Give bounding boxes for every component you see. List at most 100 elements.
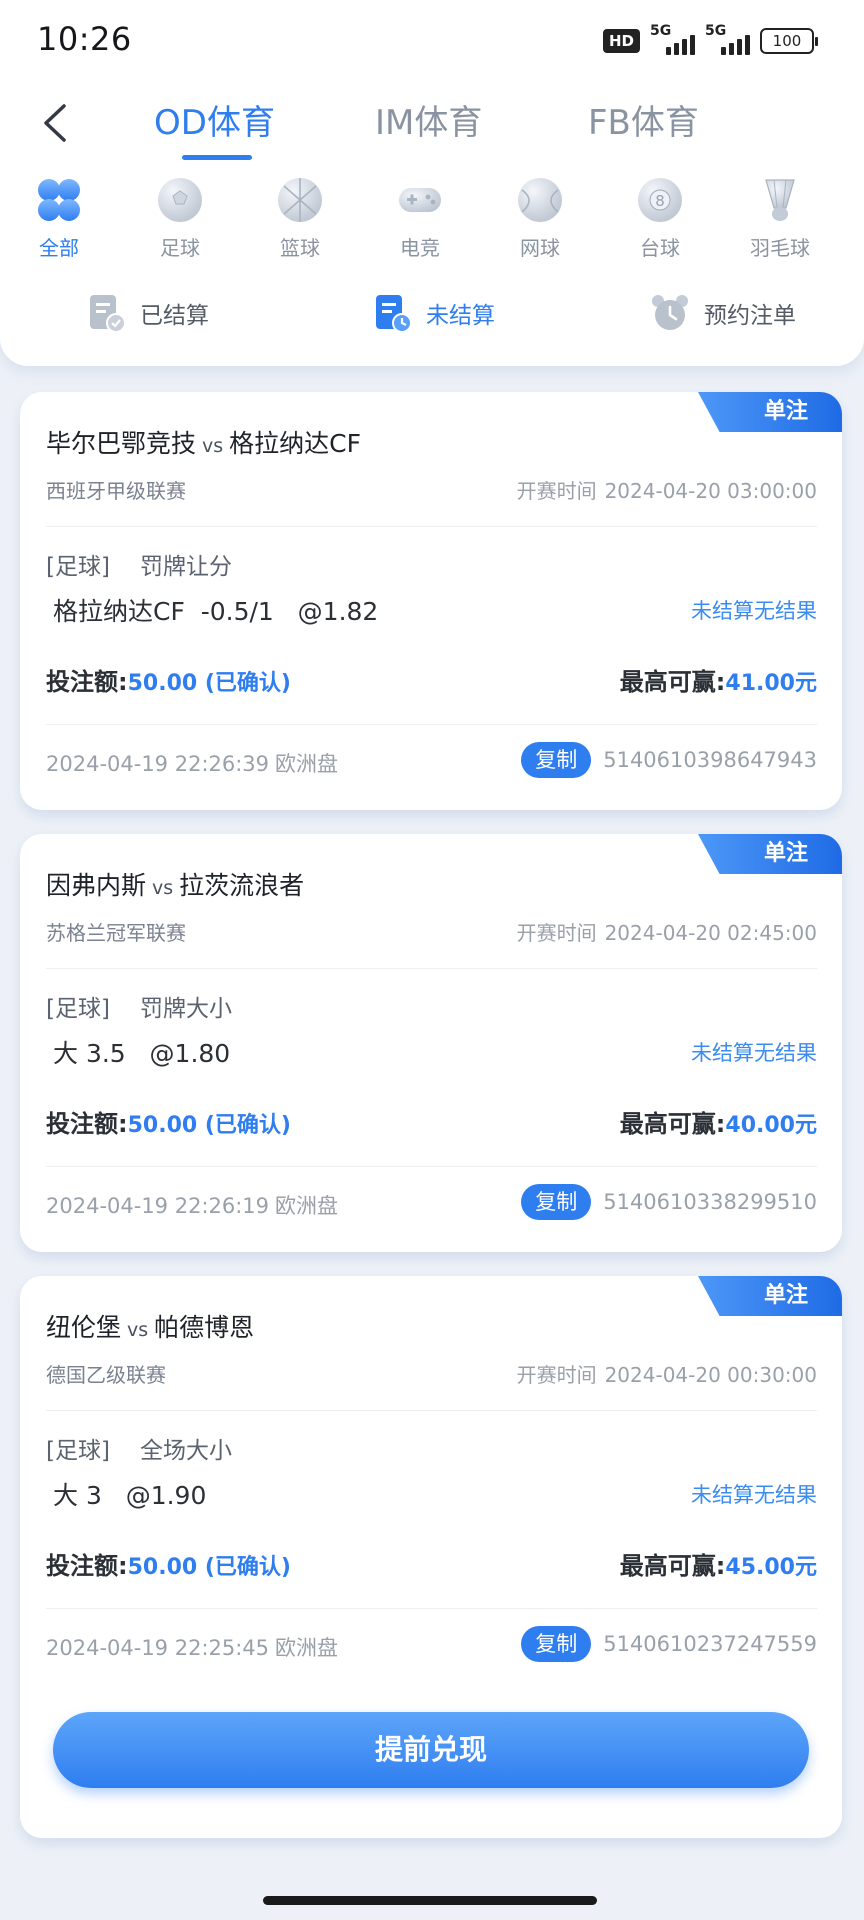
settled-doc-icon <box>90 295 126 333</box>
active-tab-indicator <box>182 155 252 160</box>
odds-type: 欧洲盘 <box>275 752 339 776</box>
sport-filter-soccer[interactable]: 足球 <box>125 176 235 261</box>
bet-card: 单注 纽伦堡 vs 帕德博恩 德国乙级联赛 开赛时间 2024-04-20 00:30… <box>20 1276 842 1838</box>
status-time: 10:26 <box>37 20 132 58</box>
tab-scheduled-label: 预约注单 <box>704 303 796 329</box>
sport-filter-label: 网球 <box>520 236 560 260</box>
match-title: 毕尔巴鄂竞技 vs 格拉纳达CF <box>46 424 361 460</box>
start-time-value: 2024-04-20 00:30:00 <box>604 1363 817 1387</box>
billiard-ball-icon: 8 <box>636 176 684 224</box>
stake-label: 投注额: <box>46 1110 128 1138</box>
placed-info: 2024-04-19 22:25:45 欧洲盘 <box>46 1632 338 1662</box>
cashout-button[interactable]: 提前兑现 <box>53 1712 809 1788</box>
divider <box>46 1166 817 1167</box>
sport-filter-esports[interactable]: 电竞 <box>365 176 475 261</box>
bet-result-status: 未结算无结果 <box>691 1483 817 1507</box>
start-time: 开赛时间 2024-04-20 03:00:00 <box>517 475 817 504</box>
gamepad-icon <box>396 176 444 224</box>
sport-filter-label: 羽毛球 <box>750 236 810 260</box>
market-type: 全场大小 <box>139 1438 232 1464</box>
tennis-ball-icon <box>516 176 564 224</box>
vs-label: vs <box>202 435 224 457</box>
league-name: 德国乙级联赛 <box>46 1363 166 1387</box>
signal-icon: 5G <box>705 23 750 55</box>
copy-button[interactable]: 复制 <box>521 742 592 778</box>
max-win-amount: 41.00元 <box>725 671 817 696</box>
copy-button[interactable]: 复制 <box>521 1184 592 1220</box>
alarm-clock-icon <box>652 295 688 330</box>
placed-info: 2024-04-19 22:26:39 欧洲盘 <box>46 748 338 778</box>
start-time: 开赛时间 2024-04-20 00:30:00 <box>517 1359 817 1388</box>
sport-filter-billiards[interactable]: 8 台球 <box>605 176 715 261</box>
home-team: 毕尔巴鄂竞技 <box>46 429 197 458</box>
sport-tag: [足球] <box>46 554 110 580</box>
max-win-amount: 40.00元 <box>725 1113 817 1138</box>
sport-tag: [足球] <box>46 1438 110 1464</box>
all-clover-icon <box>35 176 83 224</box>
league-name: 苏格兰冠军联赛 <box>46 921 186 945</box>
stake-line: 投注额:50.00 (已确认) <box>46 1104 291 1139</box>
battery-icon: 100 <box>760 28 818 54</box>
stake-amount: 50.00 (已确认) <box>127 1555 291 1580</box>
tab-im-sports[interactable]: IM体育 <box>375 98 482 148</box>
max-win-line: 最高可赢:45.00元 <box>620 1546 817 1581</box>
divider <box>46 1608 817 1609</box>
bet-selection: 大 3.5 @1.80 <box>53 1039 231 1068</box>
order-info: 复制 5140610338299510 <box>521 1184 817 1220</box>
placed-time: 2024-04-19 22:26:39 <box>46 752 270 776</box>
stake-amount: 50.00 (已确认) <box>127 1113 291 1138</box>
sport-filter-tennis[interactable]: 网球 <box>485 176 595 261</box>
max-win-line: 最高可赢:41.00元 <box>620 662 817 697</box>
sport-filter-label: 电竞 <box>400 236 440 260</box>
max-win-line: 最高可赢:40.00元 <box>620 1104 817 1139</box>
single-bet-badge: 单注 <box>698 834 842 874</box>
sport-filter-basketball[interactable]: 篮球 <box>245 176 355 261</box>
vs-label: vs <box>152 877 174 899</box>
league-name: 西班牙甲级联赛 <box>46 479 186 503</box>
shuttlecock-icon <box>756 176 804 224</box>
order-id: 5140610398647943 <box>603 748 817 772</box>
home-team: 因弗内斯 <box>46 871 147 900</box>
max-win-label: 最高可赢: <box>619 1110 726 1138</box>
stake-label: 投注额: <box>46 668 128 696</box>
single-bet-badge: 单注 <box>698 392 842 432</box>
chevron-left-icon <box>44 104 66 142</box>
single-bet-badge: 单注 <box>698 1276 842 1316</box>
back-button[interactable] <box>36 98 76 148</box>
soccer-ball-icon <box>156 176 204 224</box>
sport-filter-all[interactable]: 全部 <box>4 176 114 261</box>
home-indicator[interactable] <box>263 1896 597 1905</box>
tab-unsettled[interactable]: 未结算 <box>374 290 495 336</box>
market-type: 罚牌让分 <box>139 554 232 580</box>
divider <box>46 526 817 527</box>
tab-settled-label: 已结算 <box>140 303 209 329</box>
divider <box>46 724 817 725</box>
signal-icon: 5G <box>650 23 695 55</box>
stake-amount: 50.00 (已确认) <box>127 671 291 696</box>
tab-settled[interactable]: 已结算 <box>88 290 209 336</box>
max-win-label: 最高可赢: <box>619 1552 726 1580</box>
sport-filter-label: 足球 <box>160 236 200 260</box>
tab-od-sports[interactable]: OD体育 <box>154 98 275 148</box>
market-line: [足球] 罚牌大小 <box>46 989 232 1023</box>
tab-fb-sports[interactable]: FB体育 <box>588 98 699 148</box>
placed-info: 2024-04-19 22:26:19 欧洲盘 <box>46 1190 338 1220</box>
tab-unsettled-label: 未结算 <box>426 303 495 329</box>
stake-label: 投注额: <box>46 1552 128 1580</box>
away-team: 帕德博恩 <box>154 1313 255 1342</box>
sport-filter-badminton[interactable]: 羽毛球 <box>725 176 835 261</box>
copy-button[interactable]: 复制 <box>521 1626 592 1662</box>
status-bar: 10:26 HD 5G 5G 100 <box>0 0 864 80</box>
sport-filter-label: 台球 <box>640 236 680 260</box>
odds-type: 欧洲盘 <box>275 1194 339 1218</box>
market-line: [足球] 全场大小 <box>46 1431 232 1465</box>
divider <box>46 1410 817 1411</box>
tab-scheduled-bets[interactable]: 预约注单 <box>650 290 796 336</box>
bet-result-status: 未结算无结果 <box>691 599 817 623</box>
header-panel: 10:26 HD 5G 5G 100 OD体育 IM体育 FB体育 全部 足球 … <box>0 0 864 366</box>
status-icons: HD 5G 5G 100 <box>602 23 818 58</box>
start-time: 开赛时间 2024-04-20 02:45:00 <box>517 917 817 946</box>
unsettled-doc-icon <box>376 295 412 333</box>
order-info: 复制 5140610398647943 <box>521 742 817 778</box>
basketball-icon <box>276 176 324 224</box>
